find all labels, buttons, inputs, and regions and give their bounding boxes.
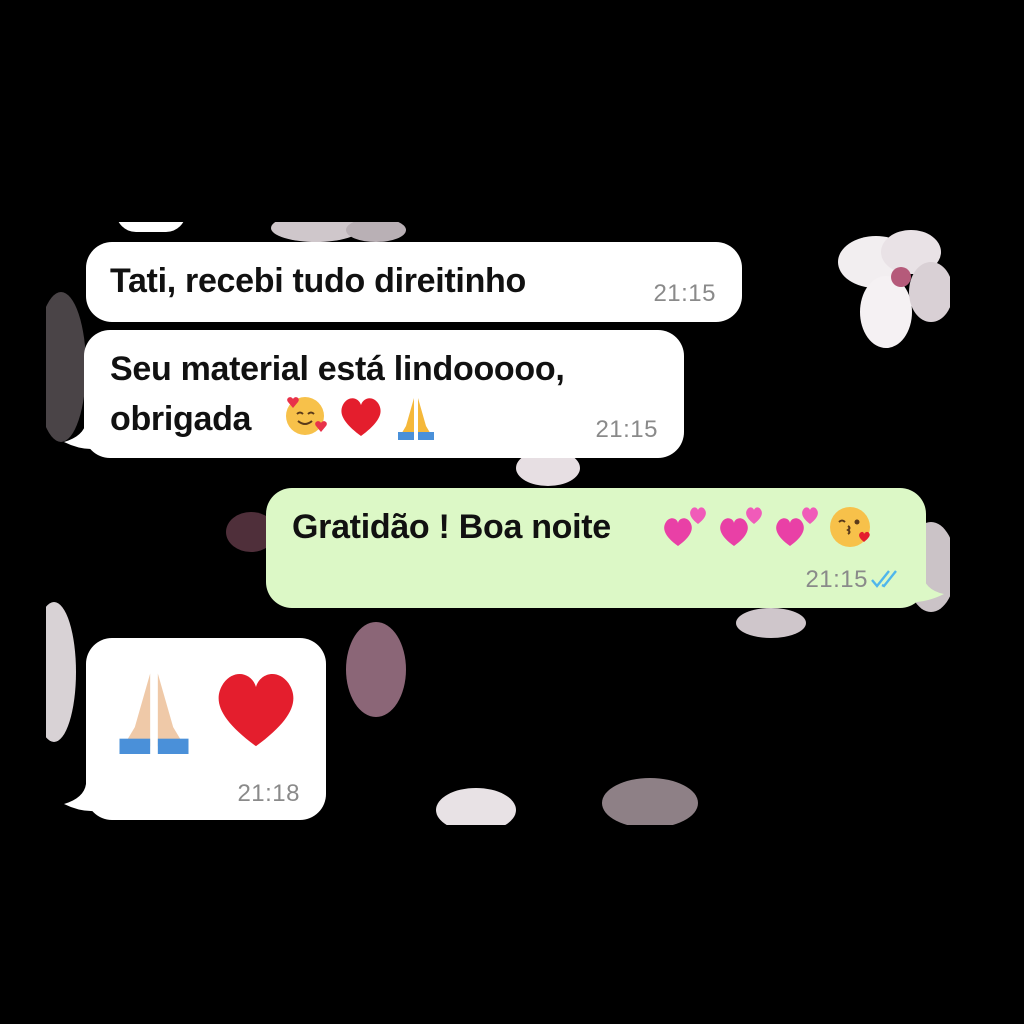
flower-icon: [838, 230, 950, 348]
red-heart-icon: [218, 674, 294, 747]
incoming-message-bubble[interactable]: 21:18: [86, 638, 326, 820]
message-text: Tati, recebi tudo direitinho: [110, 262, 526, 300]
previous-message-fragment: [116, 222, 186, 232]
chat-view: Tati, recebi tudo direitinho 21:15 Seu m…: [46, 222, 950, 825]
petal: [46, 602, 76, 742]
bubble-tail: [64, 784, 104, 812]
outgoing-message-bubble[interactable]: Gratidão ! Boa noite 21:15: [266, 488, 926, 608]
two-hearts-icon: [664, 507, 706, 546]
petal: [46, 292, 86, 442]
message-timestamp: 21:15: [653, 280, 716, 307]
message-timestamp: 21:15: [805, 566, 868, 593]
message-timestamp: 21:15: [595, 416, 658, 443]
message-text-line: Seu material está lindooooo,: [110, 350, 565, 388]
folded-hands-icon: [119, 673, 189, 754]
folded-hands-icon: [398, 398, 434, 440]
petal: [346, 622, 406, 717]
petal: [736, 608, 806, 638]
face-blowing-kiss-icon: [830, 507, 870, 547]
message-text-line: obrigada: [110, 400, 252, 438]
petal: [602, 778, 698, 825]
incoming-message-bubble[interactable]: Seu material está lindooooo, obrigada 21…: [84, 330, 684, 458]
incoming-message-bubble[interactable]: Tati, recebi tudo direitinho 21:15: [86, 242, 742, 322]
smiling-face-with-hearts-icon: [286, 397, 327, 435]
two-hearts-icon: [776, 507, 818, 546]
two-hearts-icon: [720, 507, 762, 546]
double-check-icon: [871, 570, 897, 588]
bubble-tail: [904, 572, 944, 603]
message-timestamp: 21:18: [237, 780, 300, 807]
message-text: Gratidão ! Boa noite: [292, 508, 611, 546]
bubble-tail: [64, 422, 104, 450]
petal: [436, 788, 516, 825]
red-heart-icon: [341, 398, 381, 436]
